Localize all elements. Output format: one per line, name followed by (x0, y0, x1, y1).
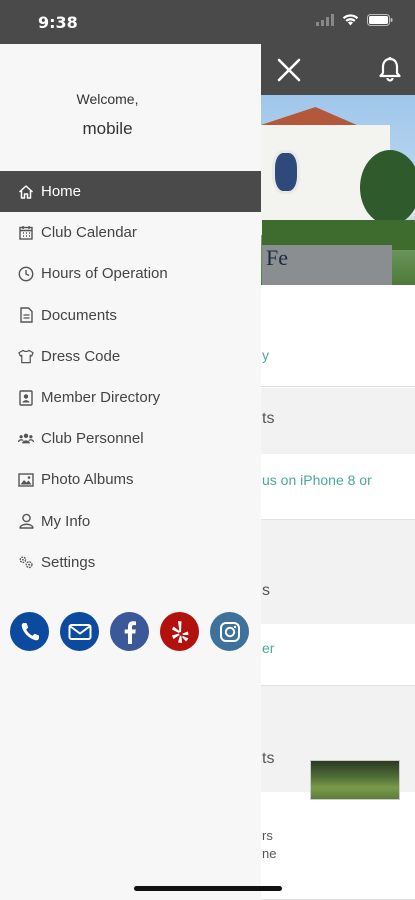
menu-item-label: Member Directory (41, 389, 161, 407)
clock-icon (18, 266, 34, 282)
status-bar: 9:38 (0, 0, 415, 44)
bell-icon[interactable] (378, 56, 402, 82)
welcome-card-link[interactable]: y (262, 347, 269, 363)
battery-icon (367, 14, 393, 26)
menu-item-home[interactable]: Home (0, 171, 261, 213)
email-icon (68, 623, 91, 640)
document-icon (18, 307, 34, 323)
menu-item-documents[interactable]: Documents (0, 295, 261, 336)
email-button[interactable] (60, 612, 99, 651)
user-icon (18, 513, 34, 529)
menu-item-label: Dress Code (41, 347, 121, 365)
menu-item-photo-albums[interactable]: Photo Albums (0, 459, 261, 500)
club-crest (272, 150, 300, 194)
facebook-icon (124, 620, 136, 644)
calendar-icon (18, 225, 34, 241)
hero-sign-text: Fe (266, 245, 288, 270)
social-links (10, 612, 249, 651)
menu-item-dress-code[interactable]: Dress Code (0, 336, 261, 377)
menu-item-label: Club Calendar (41, 224, 137, 242)
username: mobile (82, 119, 133, 138)
status-icons (316, 14, 393, 26)
drawer-menu: Home Club Calendar Hours of Operation Do… (0, 171, 261, 583)
welcome-text: Welcome, (76, 91, 139, 107)
photo-icon (18, 472, 34, 488)
phone-icon (21, 622, 39, 640)
navigation-drawer: Welcome, mobile Home Club Calendar Hours… (0, 44, 261, 900)
home-indicator (134, 886, 282, 891)
menu-item-settings[interactable]: Settings (0, 542, 261, 583)
menu-item-member-directory[interactable]: Member Directory (0, 377, 261, 418)
wifi-icon (342, 14, 359, 26)
instagram-icon (219, 621, 240, 642)
menu-item-label: Documents (41, 306, 117, 324)
home-icon (18, 184, 34, 200)
people-icon (18, 431, 34, 447)
menu-item-hours-of-operation[interactable]: Hours of Operation (0, 253, 261, 294)
directory-icon (18, 389, 34, 406)
golf-course-thumbnail[interactable] (310, 760, 400, 800)
menu-item-club-calendar[interactable]: Club Calendar (0, 212, 261, 253)
status-time: 9:38 (38, 13, 78, 32)
menu-item-label: Settings (41, 553, 96, 571)
menu-item-label: Home (41, 183, 82, 201)
phone-button[interactable] (10, 612, 49, 651)
menu-item-club-personnel[interactable]: Club Personnel (0, 418, 261, 459)
shirt-icon (18, 348, 34, 364)
signal-icon (316, 14, 334, 26)
facebook-button[interactable] (110, 612, 149, 651)
close-icon[interactable] (276, 57, 302, 83)
gears-icon (18, 554, 34, 570)
menu-item-my-info[interactable]: My Info (0, 501, 261, 542)
yelp-button[interactable] (160, 612, 199, 651)
menu-item-label: Photo Albums (41, 471, 134, 489)
menu-item-label: Hours of Operation (41, 265, 168, 283)
yelp-icon (171, 620, 188, 643)
menu-item-label: My Info (41, 512, 91, 530)
menu-item-label: Club Personnel (41, 430, 144, 448)
instagram-button[interactable] (210, 612, 249, 651)
